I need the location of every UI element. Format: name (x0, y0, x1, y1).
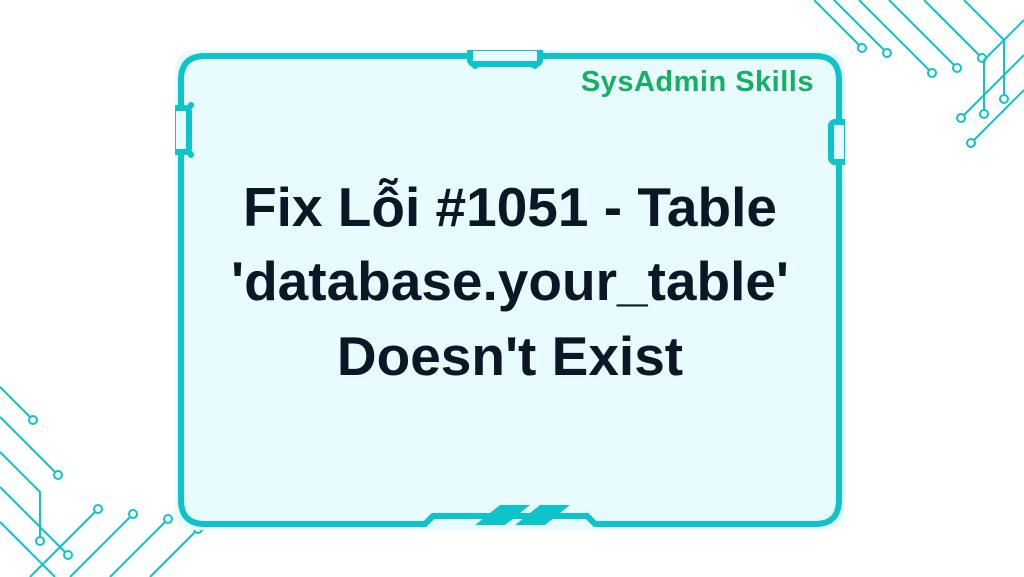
circuit-decoration-top-right (814, 0, 1024, 170)
article-title: Fix Lỗi #1051 - Table 'database.your_tab… (190, 170, 830, 393)
brand-label: SysAdmin Skills (581, 66, 814, 99)
thumbnail-card: SysAdmin Skills Fix Lỗi #1051 - Table 'd… (0, 0, 1024, 577)
